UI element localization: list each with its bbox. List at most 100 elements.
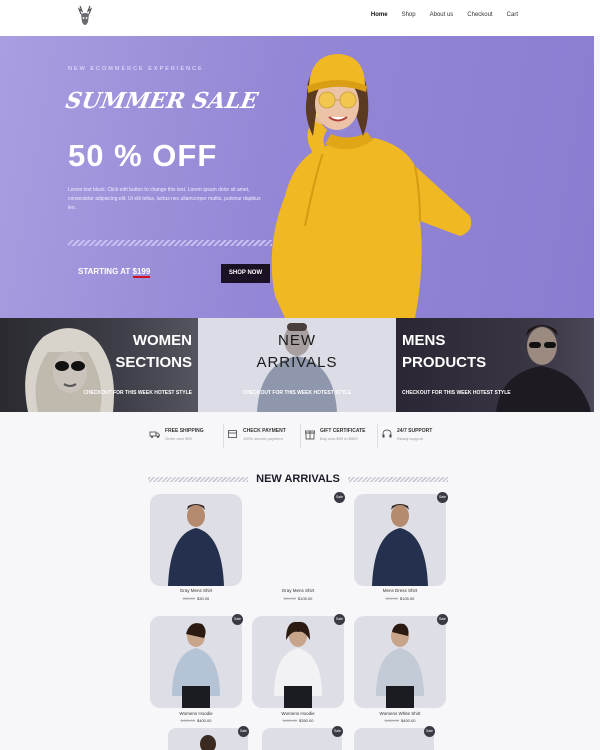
sale-badge[interactable]: Sale: [424, 726, 435, 737]
new-arrivals-title: NEW ARRIVALS: [198, 330, 396, 374]
new-price: $105.00: [399, 596, 415, 601]
women-subtitle: CHECKOUT FOR THIS WEEK HOTEST STYLE: [83, 390, 192, 396]
product-price: $430.00 $400.00: [150, 718, 242, 723]
product-image: [376, 623, 424, 708]
mens-title: MENS PRODUCTS: [402, 330, 486, 374]
product-price: $99.00 $105.00: [354, 596, 446, 601]
product-image: [200, 735, 216, 750]
new-arrivals-subtitle: CHECKOUT FOR THIS WEEK HOTEST STYLE: [242, 390, 352, 396]
nav-shop[interactable]: Shop: [402, 12, 416, 18]
product-image: [168, 504, 224, 586]
price-label: STARTING AT: [78, 267, 131, 276]
truck-icon: [149, 431, 160, 438]
hero-banner: NEW ECOMMERCE EXPERIENCE SUMMER SALE 50 …: [0, 36, 594, 318]
new-title-line2: ARRIVALS: [256, 354, 338, 371]
product-name[interactable]: Gray Mens Shirt: [252, 588, 344, 593]
nav-checkout[interactable]: Checkout: [467, 12, 492, 18]
deer-logo-icon[interactable]: [74, 4, 96, 30]
feature-subtitle: Buy now $99 to $500: [320, 436, 358, 441]
product-card[interactable]: [354, 728, 434, 750]
headset-icon: [382, 429, 392, 438]
nav-about[interactable]: About us: [430, 12, 454, 18]
sale-badge[interactable]: Sale: [238, 726, 249, 737]
main-nav: Home Shop About us Checkout Cart: [371, 12, 518, 18]
hero-tagline: NEW ECOMMERCE EXPERIENCE: [68, 66, 204, 72]
hero-script-title: SUMMER SALE: [63, 88, 260, 114]
category-mens[interactable]: MENS PRODUCTS CHECKOUT FOR THIS WEEK HOTE…: [396, 318, 594, 412]
sale-badge[interactable]: Sale: [334, 614, 345, 625]
hero-headline: 50 % OFF: [68, 138, 218, 173]
product-card[interactable]: [168, 728, 248, 750]
product-card[interactable]: [252, 616, 344, 708]
mens-model-image: [496, 325, 591, 412]
women-title-line2: SECTIONS: [115, 354, 192, 371]
mens-title-line1: MENS: [402, 332, 446, 349]
section-title: NEW ARRIVALS: [256, 473, 340, 485]
nav-cart[interactable]: Cart: [507, 12, 518, 18]
hero-divider: [68, 240, 272, 246]
features-row: FREE SHIPPING Order over $99 CHECK PAYMEN…: [146, 424, 456, 448]
old-price: $99.00: [283, 596, 296, 601]
hero-price: STARTING AT $199: [78, 267, 151, 278]
feature-subtitle: Ready support: [397, 436, 424, 441]
product-name[interactable]: Mens Dress Shirt: [354, 588, 446, 593]
product-name[interactable]: Womens Hoodie: [252, 711, 344, 716]
product-price: $99.00 $105.00: [252, 596, 344, 601]
old-price: $430.00: [180, 718, 195, 723]
feature-title: FREE SHIPPING: [165, 428, 204, 434]
product-price: $480.00 $400.00: [354, 718, 446, 723]
new-price: $400.00: [401, 718, 416, 723]
card-icon: [228, 430, 237, 438]
product-name[interactable]: Gray Mens Shirt: [150, 588, 242, 593]
women-title-line1: WOMEN: [132, 332, 192, 349]
heading-line-right: [347, 476, 449, 482]
product-price: $430.00 $350.00: [252, 718, 344, 723]
product-card[interactable]: [354, 494, 446, 586]
nav-home[interactable]: Home: [371, 12, 388, 18]
new-price: $350.00: [299, 718, 314, 723]
product-image: [172, 623, 220, 708]
product-name[interactable]: Womens White Shirt: [354, 711, 446, 716]
sale-badge[interactable]: Sale: [232, 614, 243, 625]
sale-badge[interactable]: Sale: [437, 492, 448, 503]
hero-body-text: Lorem text block. Click edit button to c…: [68, 187, 261, 211]
old-price: $38.00: [182, 596, 195, 601]
feature-title: GIFT CERTIFICATE: [320, 428, 366, 434]
price-value: $199: [132, 267, 151, 278]
product-card[interactable]: [262, 728, 342, 750]
feature-subtitle: Order over $99: [165, 436, 192, 441]
women-model-image: [25, 328, 115, 412]
women-title: WOMEN SECTIONS: [115, 330, 192, 374]
sale-badge[interactable]: Sale: [334, 492, 345, 503]
category-new-arrivals[interactable]: NEW ARRIVALS CHECKOUT FOR THIS WEEK HOTES…: [198, 318, 396, 412]
feature-title: CHECK PAYMENT: [243, 428, 286, 434]
product-card[interactable]: [354, 616, 446, 708]
old-price: $480.00: [384, 718, 399, 723]
feature-gift: GIFT CERTIFICATE Buy now $99 to $500: [300, 424, 377, 448]
product-card[interactable]: [150, 494, 242, 586]
product-image: [372, 504, 428, 586]
product-card[interactable]: [150, 616, 242, 708]
feature-subtitle: 100% secure payment: [243, 436, 283, 441]
sale-badge[interactable]: Sale: [332, 726, 343, 737]
heading-line-left: [148, 476, 249, 482]
gift-icon: [305, 430, 315, 440]
sale-badge[interactable]: Sale: [437, 614, 448, 625]
new-title-line1: NEW: [278, 332, 316, 349]
new-price: $400.00: [197, 718, 212, 723]
new-price: $105.00: [297, 596, 313, 601]
category-women[interactable]: WOMEN SECTIONS CHECKOUT FOR THIS WEEK HOT…: [0, 318, 198, 412]
old-price: $430.00: [282, 718, 297, 723]
old-price: $99.00: [385, 596, 398, 601]
mens-subtitle: CHECKOUT FOR THIS WEEK HOTEST STYLE: [402, 390, 511, 396]
product-image: [274, 621, 322, 708]
product-name[interactable]: Womens Hoodie: [150, 711, 242, 716]
new-price: $30.00: [197, 596, 210, 601]
new-arrivals-heading: NEW ARRIVALS: [148, 472, 449, 486]
site-header: Home Shop About us Checkout Cart: [0, 0, 600, 36]
hero-model-image: [271, 54, 472, 318]
page: Home Shop About us Checkout Cart NEW ECO…: [0, 0, 600, 750]
feature-support: 24/7 SUPPORT Ready support: [377, 424, 454, 448]
product-price: $38.00 $30.00: [150, 596, 242, 601]
feature-payment: CHECK PAYMENT 100% secure payment: [223, 424, 300, 448]
